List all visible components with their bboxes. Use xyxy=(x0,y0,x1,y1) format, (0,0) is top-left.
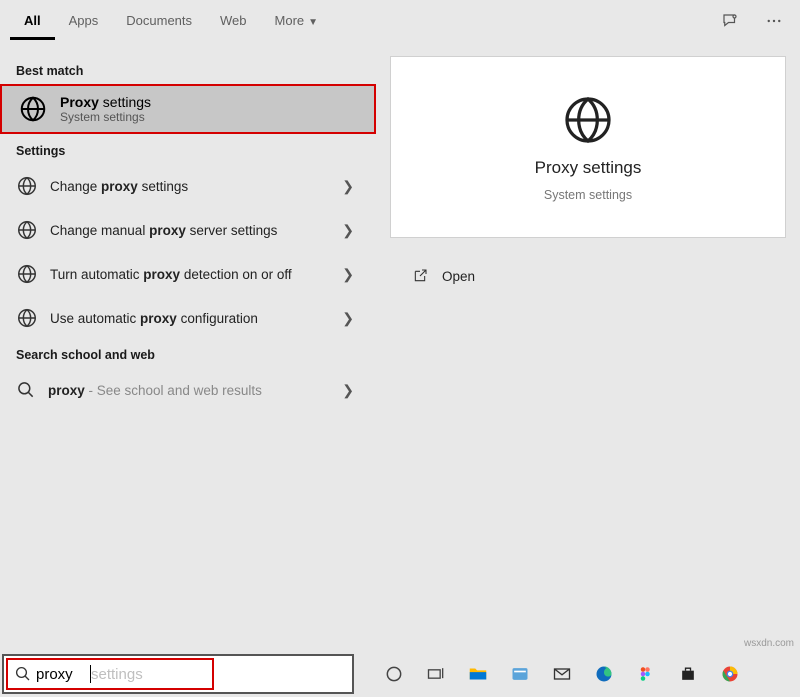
preview-panel: Proxy settings System settings Open xyxy=(376,42,800,651)
tab-web[interactable]: Web xyxy=(206,3,261,40)
file-explorer-icon[interactable] xyxy=(460,656,496,692)
chevron-right-icon[interactable]: ❯ xyxy=(336,222,360,239)
search-input-container[interactable]: settings xyxy=(2,654,354,694)
task-view-icon[interactable] xyxy=(418,656,454,692)
chrome-icon[interactable] xyxy=(712,656,748,692)
section-best-match: Best match xyxy=(0,56,376,84)
result-use-automatic-proxy-config[interactable]: Use automatic proxy configuration ❯ xyxy=(0,296,376,340)
open-action[interactable]: Open xyxy=(412,268,764,284)
globe-icon xyxy=(560,92,616,148)
globe-icon xyxy=(16,307,38,329)
search-autocomplete-ghost: settings xyxy=(91,666,143,683)
result-turn-automatic-proxy[interactable]: Turn automatic proxy detection on or off… xyxy=(0,252,376,296)
result-best-proxy-settings[interactable]: Proxy settings System settings xyxy=(0,84,376,134)
globe-icon xyxy=(16,263,38,285)
chevron-right-icon[interactable]: ❯ xyxy=(336,178,360,195)
chevron-right-icon[interactable]: ❯ xyxy=(336,310,360,327)
edge-icon[interactable] xyxy=(586,656,622,692)
tab-apps[interactable]: Apps xyxy=(55,3,113,40)
search-icon xyxy=(14,665,32,683)
preview-subtitle: System settings xyxy=(544,188,632,202)
preview-card: Proxy settings System settings xyxy=(390,56,786,238)
globe-icon xyxy=(18,94,48,124)
tab-documents[interactable]: Documents xyxy=(112,3,206,40)
result-change-proxy-settings[interactable]: Change proxy settings ❯ xyxy=(0,164,376,208)
feedback-icon[interactable] xyxy=(712,3,748,39)
tab-all[interactable]: All xyxy=(10,3,55,40)
globe-icon xyxy=(16,219,38,241)
search-filter-tabs: All Apps Documents Web More▼ xyxy=(0,0,800,42)
tab-more[interactable]: More▼ xyxy=(261,3,333,40)
cortana-icon[interactable] xyxy=(376,656,412,692)
result-change-manual-proxy[interactable]: Change manual proxy server settings ❯ xyxy=(0,208,376,252)
preview-title: Proxy settings xyxy=(535,158,642,178)
section-settings: Settings xyxy=(0,136,376,164)
search-icon xyxy=(16,380,36,400)
mail-icon[interactable] xyxy=(544,656,580,692)
globe-icon xyxy=(16,175,38,197)
watermark: wsxdn.com xyxy=(744,638,794,649)
chevron-down-icon: ▼ xyxy=(308,17,318,28)
more-options-icon[interactable] xyxy=(756,3,792,39)
open-icon xyxy=(412,268,428,284)
result-web-proxy[interactable]: proxy - See school and web results ❯ xyxy=(0,368,376,412)
app-icon-1[interactable] xyxy=(502,656,538,692)
results-panel: Best match Proxy settings System setting… xyxy=(0,42,376,651)
section-search-web: Search school and web xyxy=(0,340,376,368)
store-icon[interactable] xyxy=(670,656,706,692)
figma-icon[interactable] xyxy=(628,656,664,692)
chevron-right-icon[interactable]: ❯ xyxy=(336,266,360,283)
chevron-right-icon[interactable]: ❯ xyxy=(336,382,360,399)
taskbar: settings xyxy=(0,651,800,697)
search-input[interactable] xyxy=(36,666,88,683)
